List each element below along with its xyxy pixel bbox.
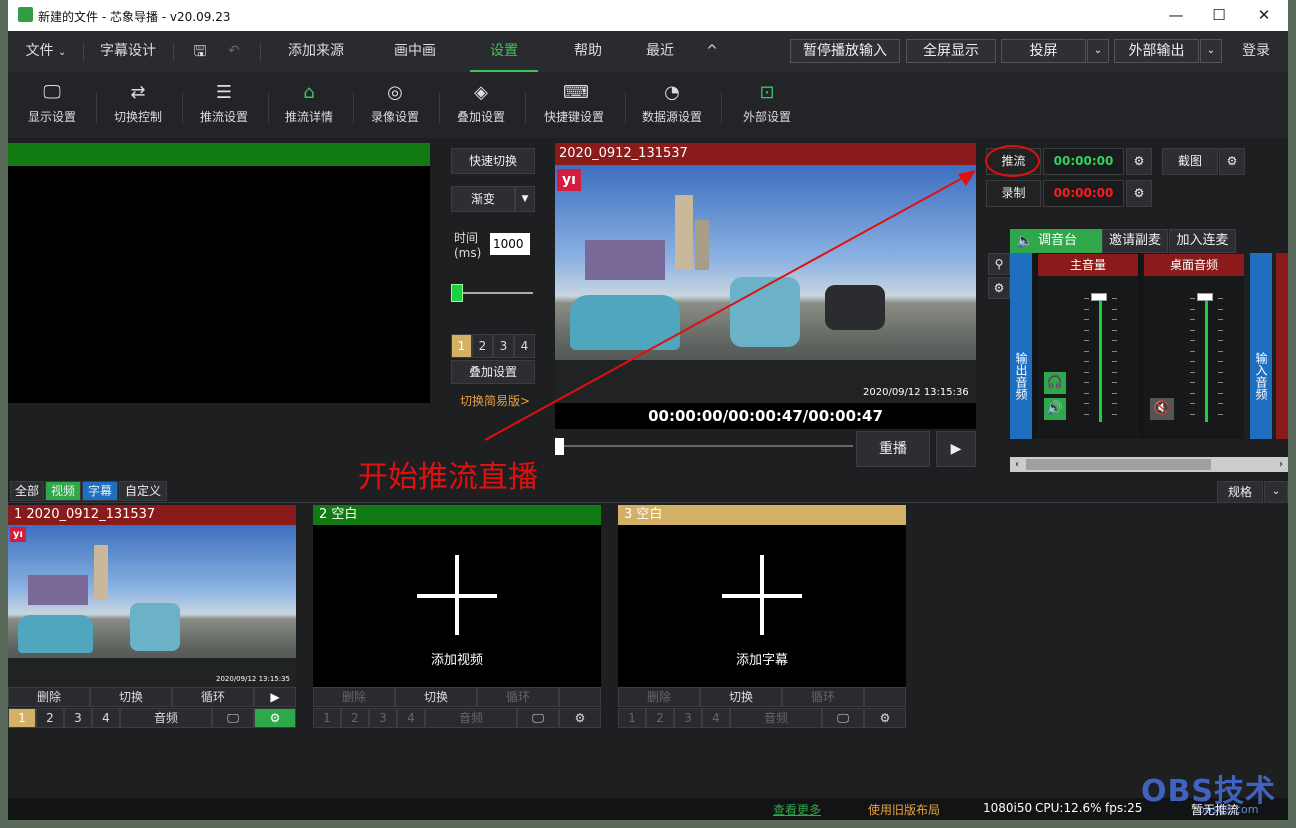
source-3-switch-button[interactable]: 切换 (700, 687, 782, 707)
source-1-page-4[interactable]: 4 (92, 708, 120, 728)
source-1-page-2[interactable]: 2 (36, 708, 64, 728)
source-3-page-3[interactable]: 3 (674, 708, 702, 728)
filter-custom[interactable]: 自定义 (119, 481, 167, 501)
source-3-page-4[interactable]: 4 (702, 708, 730, 728)
source-3-audio-button[interactable]: 音频 (730, 708, 822, 728)
source-3-delete-button[interactable]: 删除 (618, 687, 700, 707)
source-1-monitor-icon[interactable]: 🖵 (212, 708, 254, 728)
source-2-page-3[interactable]: 3 (369, 708, 397, 728)
source-card-2-header: 2 空白 (313, 505, 601, 525)
building-graphic (28, 575, 88, 605)
filter-all[interactable]: 全部 (10, 481, 44, 501)
source-2-empty-slot (559, 687, 601, 707)
source-card-3-header: 3 空白 (618, 505, 906, 525)
source-1-page-3[interactable]: 3 (64, 708, 92, 728)
source-title: 3 空白 (624, 507, 663, 522)
source-1-page-1[interactable]: 1 (8, 708, 36, 728)
source-title: 1 2020_0912_131537 (14, 507, 156, 522)
app-window: 新建的文件 - 芯象导播 - v20.09.23 — ☐ ✕ 文件 ⌄ 字幕设计… (8, 0, 1288, 820)
source-2-loop-button[interactable]: 循环 (477, 687, 559, 707)
annotation-text: 开始推流直播 (358, 460, 538, 495)
fps-status: fps:25 (1105, 801, 1143, 815)
source-3-gear-icon[interactable]: ⚙ (864, 708, 906, 728)
source-1-delete-button[interactable]: 删除 (8, 687, 90, 707)
source-2-gear-icon[interactable]: ⚙ (559, 708, 601, 728)
source-card-1-header: 1 2020_0912_131537 (8, 505, 296, 525)
source-3-page-2[interactable]: 2 (646, 708, 674, 728)
source-2-page-2[interactable]: 2 (341, 708, 369, 728)
plus-icon (455, 555, 459, 635)
status-bar: 查看更多 使用旧版布局 1080i50 CPU:12.6% fps:25 暂无推… (8, 798, 1288, 820)
source-timestamp: 2020/09/12 13:15:35 (216, 675, 291, 683)
cpu-status: CPU:12.6% (1035, 801, 1102, 815)
building-graphic (94, 545, 108, 600)
source-1-loop-button[interactable]: 循环 (172, 687, 254, 707)
source-2-delete-button[interactable]: 删除 (313, 687, 395, 707)
resolution-status: 1080i50 (983, 801, 1033, 815)
filter-video[interactable]: 视频 (45, 481, 81, 501)
spec-dropdown-icon[interactable]: ⌄ (1264, 481, 1288, 503)
car-graphic (130, 603, 180, 651)
filter-subtitle[interactable]: 字幕 (82, 481, 118, 501)
view-more-link[interactable]: 查看更多 (773, 801, 821, 818)
source-3-loop-button[interactable]: 循环 (782, 687, 864, 707)
source-1-switch-button[interactable]: 切换 (90, 687, 172, 707)
plus-icon (760, 555, 764, 635)
add-video-label: 添加视频 (430, 653, 483, 668)
old-layout-link[interactable]: 使用旧版布局 (868, 801, 940, 818)
source-2-page-1[interactable]: 1 (313, 708, 341, 728)
source-card-3-add-subtitle[interactable]: 添加字幕 (618, 525, 906, 687)
source-3-empty-slot (864, 687, 906, 707)
source-3-monitor-icon[interactable]: 🖵 (822, 708, 864, 728)
watermark-site: obs89.com (1198, 803, 1259, 816)
source-2-switch-button[interactable]: 切换 (395, 687, 477, 707)
source-2-page-4[interactable]: 4 (397, 708, 425, 728)
source-card-2-add-video[interactable]: 添加视频 (313, 525, 601, 687)
source-2-monitor-icon[interactable]: 🖵 (517, 708, 559, 728)
spec-button[interactable]: 规格 (1217, 481, 1263, 503)
source-1-gear-icon[interactable]: ⚙ (254, 708, 296, 728)
source-card-1-thumbnail[interactable]: yı 2020/09/12 13:15:35 (8, 525, 296, 687)
add-subtitle-label: 添加字幕 (735, 653, 788, 668)
yi-logo: yı (10, 527, 26, 542)
source-2-audio-button[interactable]: 音频 (425, 708, 517, 728)
source-3-page-1[interactable]: 1 (618, 708, 646, 728)
taxi-graphic (18, 615, 93, 653)
divider (8, 502, 1288, 503)
source-1-play-button[interactable]: ▶ (254, 687, 296, 707)
source-title: 2 空白 (319, 507, 358, 522)
source-1-audio-button[interactable]: 音频 (120, 708, 212, 728)
